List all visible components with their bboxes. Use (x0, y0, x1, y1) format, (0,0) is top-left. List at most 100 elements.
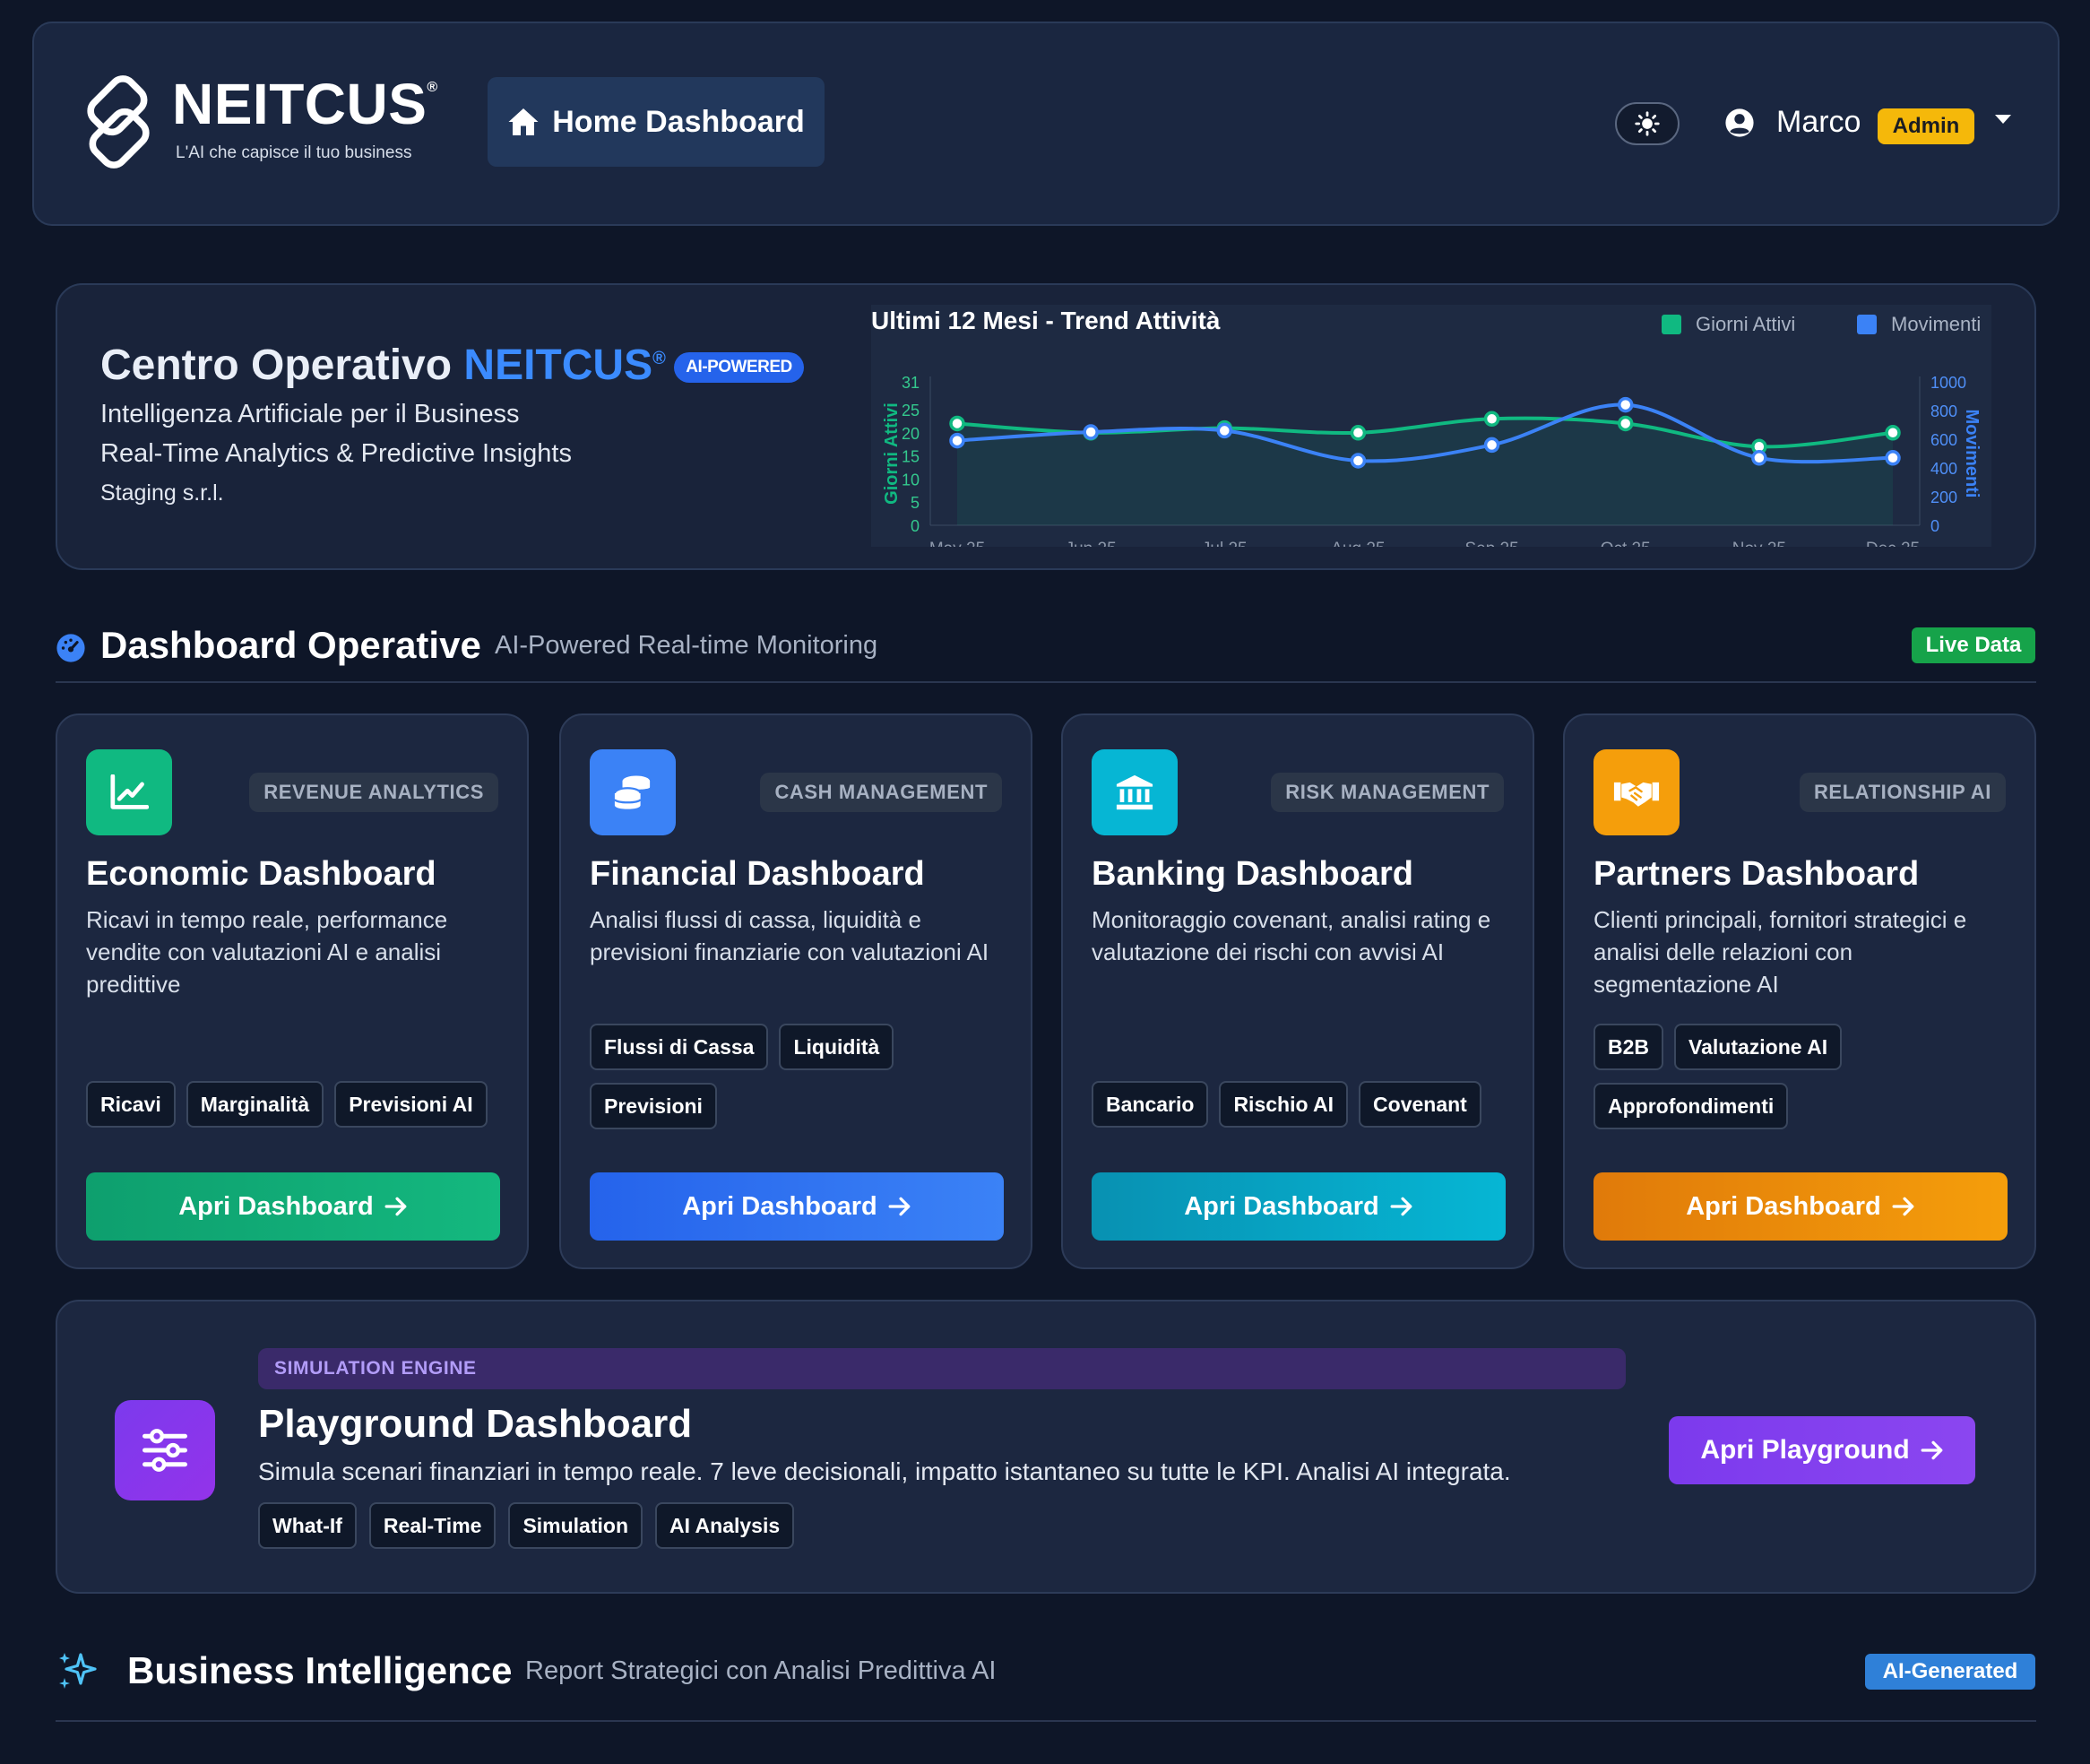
feature-chip: Previsioni (590, 1083, 717, 1129)
hero-subtitle-2: Real-Time Analytics & Predictive Insight… (100, 439, 572, 468)
user-menu-caret-icon[interactable] (1995, 115, 2011, 124)
ai-generated-badge: AI-Generated (1865, 1654, 2035, 1690)
bank-icon (1092, 749, 1178, 835)
arrow-right-icon (888, 1197, 911, 1216)
right-tick-label: 0 (1930, 517, 1939, 535)
x-tick-label: Nov 25 (1732, 540, 1786, 547)
sparkles-icon (59, 1653, 97, 1689)
x-tick-label: Jun 25 (1066, 540, 1117, 547)
x-tick-label: Aug 25 (1331, 540, 1385, 547)
sliders-icon (115, 1400, 215, 1500)
feature-chip: Previsioni AI (334, 1081, 488, 1128)
x-tick-label: Jul 25 (1202, 540, 1248, 547)
card-feature-chips: Bancario Rischio AI Covenant (1092, 1081, 1522, 1128)
giorni-attivi-point (1617, 415, 1634, 432)
x-tick-label: May 25 (929, 540, 985, 547)
movimenti-point (1885, 450, 1901, 466)
left-tick-label: 20 (902, 425, 920, 443)
giorni-attivi-point (1483, 411, 1500, 428)
feature-chip: AI Analysis (655, 1502, 795, 1549)
playground-title: Playground Dashboard (258, 1402, 693, 1446)
company-name: Staging s.r.l. (100, 480, 224, 506)
right-tick-label: 600 (1930, 431, 1957, 449)
handshake-icon (1593, 749, 1680, 835)
arrow-right-icon (1892, 1197, 1914, 1216)
right-tick-label: 200 (1930, 489, 1957, 506)
right-axis-title: Movimenti (1962, 410, 1982, 498)
x-tick-label: Sep 25 (1464, 540, 1518, 547)
arrow-right-icon (1921, 1440, 1943, 1460)
feature-chip: Rischio AI (1219, 1081, 1349, 1128)
banking-dashboard-card: RISK MANAGEMENT Banking Dashboard Monito… (1061, 713, 1534, 1269)
right-tick-label: 800 (1930, 402, 1957, 420)
feature-chip: Real-Time (368, 1502, 497, 1549)
legend-swatch (1857, 315, 1877, 334)
card-feature-chips: B2B Valutazione AI Approfondimenti (1593, 1024, 2024, 1129)
economic-dashboard-card: REVENUE ANALYTICS Economic Dashboard Ric… (56, 713, 529, 1269)
live-data-badge: Live Data (1912, 627, 2035, 663)
feature-chip: Simulation (508, 1502, 643, 1549)
arrow-right-icon (384, 1197, 407, 1216)
button-label: Apri Playground (1700, 1435, 1910, 1465)
chart-title: Ultimi 12 Mesi - Trend Attività (871, 307, 1221, 334)
left-tick-label: 31 (902, 374, 920, 392)
card-title: Economic Dashboard (86, 855, 436, 893)
feature-chip: Valutazione AI (1674, 1024, 1843, 1070)
simulation-engine-label: SIMULATION ENGINE (258, 1348, 1626, 1389)
hero-title: Centro Operativo NEITCUS® (100, 342, 666, 389)
trend-chart[interactable]: Ultimi 12 Mesi - Trend Attività 0 5 10 15 20… (871, 305, 1991, 547)
card-feature-chips: Ricavi Marginalità Previsioni AI (86, 1081, 516, 1128)
brand-name[interactable]: NEITCUS® (172, 75, 438, 133)
arrow-right-icon (1390, 1197, 1412, 1216)
left-tick-label: 5 (911, 494, 920, 512)
movimenti-point (1083, 424, 1099, 440)
coins-icon (590, 749, 676, 835)
feature-chip: Marginalità (186, 1081, 324, 1128)
left-tick-label: 15 (902, 448, 920, 466)
user-name[interactable]: Marco (1776, 105, 1861, 140)
legend-label: Movimenti (1891, 313, 1981, 335)
right-tick-label: 1000 (1930, 374, 1966, 392)
right-tick-label: 400 (1930, 460, 1957, 478)
section-title: Dashboard Operative (100, 624, 481, 666)
open-banking-dashboard-button[interactable]: Apri Dashboard (1092, 1172, 1506, 1241)
feature-chip: Liquidità (779, 1024, 894, 1070)
home-dashboard-label: Home Dashboard (552, 104, 805, 139)
left-tick-label: 10 (902, 471, 920, 489)
card-description: Clienti principali, fornitori strategici… (1593, 906, 1967, 998)
movimenti-point (1617, 396, 1634, 413)
movimenti-point (1751, 450, 1767, 466)
user-role-badge: Admin (1878, 108, 1974, 144)
neitcus-logo-icon (87, 75, 150, 169)
ai-powered-badge: AI-POWERED (674, 352, 804, 383)
chart-line-icon (86, 749, 172, 835)
open-playground-button[interactable]: Apri Playground (1669, 1416, 1975, 1484)
brand-tagline: L'AI che capisce il tuo business (176, 143, 412, 162)
financial-dashboard-card: CASH MANAGEMENT Financial Dashboard Anal… (559, 713, 1032, 1269)
bi-divider (56, 1720, 2036, 1722)
card-title: Financial Dashboard (590, 855, 925, 893)
movimenti-point (1350, 453, 1367, 469)
open-financial-dashboard-button[interactable]: Apri Dashboard (590, 1172, 1004, 1241)
theme-toggle-button[interactable] (1615, 102, 1680, 145)
giorni-attivi-point (1350, 425, 1367, 441)
feature-chip: Flussi di Cassa (590, 1024, 769, 1070)
hero-subtitle-1: Intelligenza Artificiale per il Business (100, 400, 520, 428)
card-title: Partners Dashboard (1593, 855, 1920, 893)
partners-dashboard-card: RELATIONSHIP AI Partners Dashboard Clien… (1563, 713, 2036, 1269)
open-economic-dashboard-button[interactable]: Apri Dashboard (86, 1172, 500, 1241)
home-dashboard-button[interactable]: Home Dashboard (488, 77, 825, 167)
card-category-tag: RISK MANAGEMENT (1271, 773, 1504, 812)
movimenti-point (1216, 422, 1233, 439)
button-label: Apri Dashboard (178, 1191, 374, 1221)
card-feature-chips: Flussi di Cassa Liquidità Previsioni (590, 1024, 1020, 1129)
feature-chip: Covenant (1359, 1081, 1481, 1128)
legend-swatch (1662, 315, 1681, 334)
x-tick-label: Dec 25 (1866, 540, 1920, 547)
user-avatar-icon[interactable] (1724, 108, 1755, 138)
playground-feature-chips: What-If Real-Time Simulation AI Analysis (258, 1502, 795, 1549)
card-description: Ricavi in tempo reale, performance vendi… (86, 906, 448, 998)
feature-chip: B2B (1593, 1024, 1664, 1070)
open-partners-dashboard-button[interactable]: Apri Dashboard (1593, 1172, 2008, 1241)
card-title: Banking Dashboard (1092, 855, 1413, 893)
